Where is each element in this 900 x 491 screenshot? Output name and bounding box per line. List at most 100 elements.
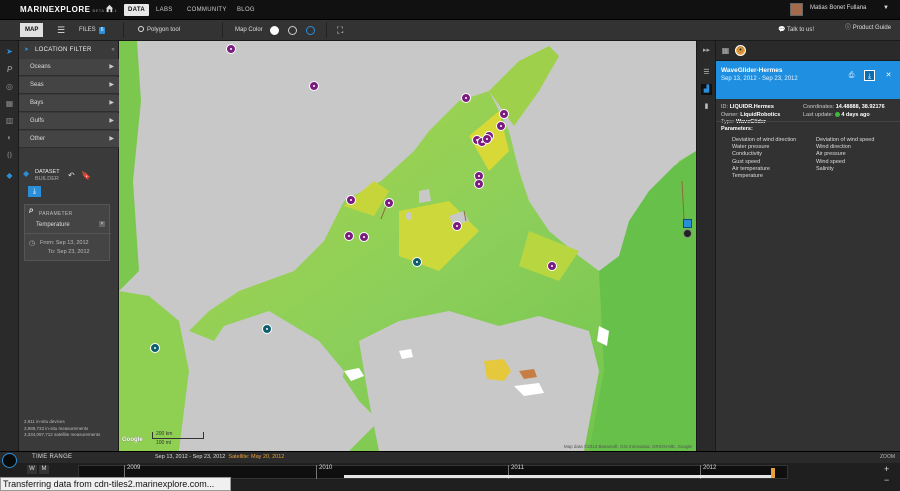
talk-to-us-button[interactable]: 💬 Talk to us! xyxy=(773,23,819,37)
parameter-item: Wind speed xyxy=(816,158,846,165)
device-marker[interactable] xyxy=(461,93,471,103)
device-marker[interactable] xyxy=(683,229,692,238)
device-marker[interactable] xyxy=(384,198,394,208)
device-dates: Sep 13, 2012 - Sep 23, 2012 xyxy=(721,76,798,82)
device-marker[interactable] xyxy=(309,81,319,91)
files-tab[interactable]: FILES 6 xyxy=(74,23,110,37)
device-marker[interactable] xyxy=(482,134,492,144)
filter-item-oceans[interactable]: Oceans ▶ xyxy=(19,59,119,76)
map-color-blue[interactable] xyxy=(306,26,315,35)
zoom-label: ZOOM xyxy=(880,454,895,460)
nav-data[interactable]: DATA xyxy=(124,4,149,16)
logo[interactable]: MARINEXPLORE BETA 0.2.1 xyxy=(20,5,117,14)
product-guide-button[interactable]: ⓘ Product Guide xyxy=(840,23,896,37)
device-marker-active[interactable] xyxy=(150,343,160,353)
chart-icon[interactable]: ▟ xyxy=(701,84,712,95)
device-marker[interactable] xyxy=(226,44,236,54)
device-marker[interactable] xyxy=(496,121,506,131)
signal-icon[interactable]: ⦅⦆ xyxy=(4,149,15,160)
fullscreen-icon[interactable]: ⛶ xyxy=(332,23,348,37)
chat-icon: 💬 xyxy=(778,27,786,33)
left-panel: ➤ LOCATION FILTER « Oceans ▶ Seas ▶ Bays ▶ … xyxy=(19,41,119,451)
download-icon[interactable]: ⤓ xyxy=(864,70,875,81)
device-marker-active[interactable] xyxy=(262,324,272,334)
bookmark-add-icon[interactable]: 🔖 xyxy=(81,171,91,180)
location-filter-header[interactable]: ➤ LOCATION FILTER « xyxy=(19,43,119,58)
selected-device-marker[interactable] xyxy=(683,219,692,228)
zoom-in-button[interactable]: + xyxy=(884,464,889,475)
parameter-item: Salinity xyxy=(816,165,834,172)
to-date: To: Sep 23, 2012 xyxy=(48,249,90,255)
globe-icon[interactable]: ◐ xyxy=(4,132,15,143)
columns-icon[interactable]: ▥ xyxy=(4,115,15,126)
avatar[interactable] xyxy=(790,3,803,16)
chevron-down-icon[interactable]: ▼ xyxy=(883,5,889,11)
nav-labs[interactable]: LABS xyxy=(152,4,177,16)
device-marker-active[interactable] xyxy=(412,257,422,267)
device-marker[interactable] xyxy=(547,261,557,271)
download-icon[interactable]: ⤓ xyxy=(28,186,41,197)
device-marker[interactable] xyxy=(499,109,509,119)
nav-blog[interactable]: BLOG xyxy=(233,4,259,16)
right-icon-strip: ▸▸ ☰ ▟ ▮ xyxy=(696,41,716,451)
chevron-right-icon: ▶ xyxy=(109,64,114,70)
list-icon[interactable]: ☰ xyxy=(701,67,712,78)
nav-community[interactable]: COMMUNITY xyxy=(183,4,231,16)
filter-item-gulfs[interactable]: Gulfs ▶ xyxy=(19,113,119,130)
table-icon[interactable]: ▦ xyxy=(720,45,731,56)
target-icon[interactable]: ◎ xyxy=(4,81,15,92)
clock-icon[interactable] xyxy=(2,453,17,468)
user-name[interactable]: Matias Bonet Fullana xyxy=(810,5,866,11)
location-arrow-icon[interactable]: ➤ xyxy=(4,46,15,57)
map-color-white[interactable] xyxy=(270,26,279,35)
chevron-right-icon: ▶ xyxy=(109,118,114,124)
week-button[interactable]: W xyxy=(27,465,37,474)
device-marker[interactable] xyxy=(344,231,354,241)
parameter-item: Wind direction xyxy=(816,144,851,151)
filter-item-other[interactable]: Other ▶ xyxy=(19,131,119,148)
list-icon[interactable]: ☰ xyxy=(52,23,70,37)
layers-icon: ◆ xyxy=(23,169,30,178)
timeline-mode-buttons: WM xyxy=(27,465,51,474)
device-tab-icon[interactable]: ⦿ xyxy=(735,45,746,56)
device-marker[interactable] xyxy=(346,195,356,205)
parameters-list-right: Deviation of wind speed Wind direction A… xyxy=(816,137,874,173)
print-icon[interactable]: ⎙ xyxy=(846,70,857,81)
month-button[interactable]: M xyxy=(39,465,49,474)
layers-icon[interactable]: ◆ xyxy=(4,170,15,181)
device-marker[interactable] xyxy=(474,179,484,189)
filter-item-seas[interactable]: Seas ▶ xyxy=(19,77,119,94)
expand-icon[interactable]: ▸▸ xyxy=(701,45,712,56)
google-logo: Google xyxy=(122,437,143,443)
panel-tabs: ▦ ⦿ xyxy=(716,41,900,61)
map-canvas[interactable]: Google 200 km 100 mi Map data ©2013 Basa… xyxy=(119,41,696,451)
polygon-tool-button[interactable]: Polygon tool xyxy=(133,23,185,37)
parameter-item: Air pressure xyxy=(816,151,846,158)
zoom-out-button[interactable]: − xyxy=(884,475,889,486)
bookmark-icon[interactable]: ▮ xyxy=(701,101,712,112)
map-color-label: Map Color xyxy=(235,27,263,33)
close-icon[interactable]: ✕ xyxy=(883,70,894,81)
timeline-handle[interactable] xyxy=(771,468,775,478)
parameters-list-left: Deviation of wind direction Water pressu… xyxy=(732,137,796,180)
filter-item-bays[interactable]: Bays ▶ xyxy=(19,95,119,112)
timeline-selection[interactable] xyxy=(344,475,774,478)
grid-icon[interactable]: ▦ xyxy=(4,98,15,109)
home-icon[interactable] xyxy=(105,4,114,13)
device-marker[interactable] xyxy=(359,232,369,242)
location-arrow-icon: ➤ xyxy=(24,47,30,53)
parameter-icon[interactable]: P xyxy=(4,64,15,75)
collapse-icon[interactable]: « xyxy=(111,43,115,58)
time-range-value: Sep 13, 2012 - Sep 23, 2012 Satellite: M… xyxy=(155,454,285,460)
polygon-icon xyxy=(138,26,144,33)
map-tab[interactable]: MAP xyxy=(20,23,44,37)
files-count-badge: 6 xyxy=(98,27,106,34)
parameter-item: Deviation of wind direction xyxy=(732,137,797,143)
map-color-gray[interactable] xyxy=(288,26,297,35)
dataset-builder-title: DATASET BUILDER xyxy=(35,169,60,182)
undo-icon[interactable]: ↶ xyxy=(68,171,75,180)
browser-status-bar: Transferring data from cdn-tiles2.marine… xyxy=(0,477,231,491)
remove-parameter-icon[interactable]: × xyxy=(99,221,105,227)
chevron-right-icon: ▶ xyxy=(109,136,114,142)
device-marker[interactable] xyxy=(452,221,462,231)
